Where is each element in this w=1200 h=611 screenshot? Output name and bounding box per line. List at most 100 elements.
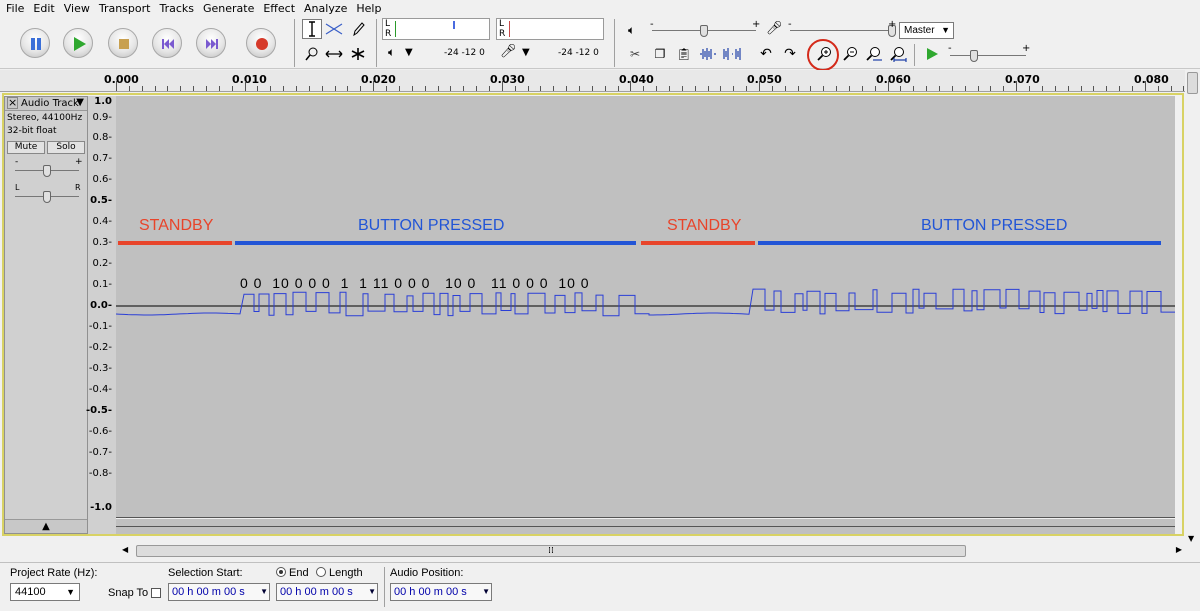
- ruler-tick: [656, 86, 658, 91]
- project-rate-select[interactable]: 44100 ▼: [10, 583, 80, 601]
- undo-button[interactable]: ↶: [756, 44, 776, 64]
- vertical-scrollbar[interactable]: ▼: [1185, 70, 1200, 545]
- solo-button[interactable]: Solo: [47, 141, 85, 154]
- copy-button[interactable]: ❐: [650, 44, 670, 64]
- mute-button[interactable]: Mute: [7, 141, 45, 154]
- redo-button[interactable]: ↷: [780, 44, 800, 64]
- ruler-tick: [771, 86, 773, 91]
- ruler-tick: [681, 86, 683, 91]
- selection-tool[interactable]: [302, 19, 322, 39]
- play-at-speed-button[interactable]: [922, 44, 942, 64]
- audio-position-time[interactable]: 00 h 00 m 00 s ▼: [390, 583, 492, 601]
- scroll-left-icon[interactable]: ◀: [122, 545, 128, 554]
- separator: [914, 44, 915, 66]
- waveform-area[interactable]: STANDBY BUTTON PRESSED STANDBY BUTTON PR…: [116, 96, 1175, 518]
- menu-help[interactable]: Help: [356, 2, 381, 15]
- trim-button[interactable]: [698, 44, 718, 64]
- record-meter-dropdown[interactable]: ▼: [522, 47, 530, 58]
- close-track-icon[interactable]: ×: [7, 97, 18, 109]
- end-radio[interactable]: [276, 567, 286, 577]
- ruler-label: 0.060: [876, 73, 911, 86]
- pan-slider[interactable]: [15, 191, 79, 203]
- menu-transport[interactable]: Transport: [99, 2, 151, 15]
- zoom-tool[interactable]: [302, 44, 322, 64]
- silence-icon: [723, 48, 741, 60]
- scroll-down-icon[interactable]: ▼: [1188, 534, 1194, 543]
- ruler-tick: [501, 81, 503, 91]
- menu-view[interactable]: View: [64, 2, 90, 15]
- pause-button[interactable]: [20, 28, 50, 58]
- input-slider-plus: +: [888, 19, 897, 30]
- menu-edit[interactable]: Edit: [33, 2, 54, 15]
- ruler-tick: [823, 86, 825, 91]
- fit-project-button[interactable]: [888, 44, 908, 64]
- menu-analyze[interactable]: Analyze: [304, 2, 347, 15]
- silence-button[interactable]: [722, 44, 742, 64]
- skip-to-start-button[interactable]: [152, 28, 182, 58]
- play-button[interactable]: [63, 28, 93, 58]
- menu-file[interactable]: File: [6, 2, 24, 15]
- gain-slider[interactable]: [15, 165, 79, 177]
- playback-speed-slider[interactable]: [950, 50, 1026, 62]
- zoom-out-icon: [843, 47, 857, 61]
- waveform-lower-channel[interactable]: [116, 519, 1175, 534]
- ruler-tick: [1170, 86, 1172, 91]
- length-label: Length: [329, 567, 363, 579]
- horizontal-scrollbar[interactable]: ◀ ⁞⁞ ▶: [116, 543, 1186, 559]
- ruler-tick: [257, 86, 259, 91]
- slider-thumb[interactable]: [43, 165, 51, 177]
- timeline-ruler[interactable]: 0.000 0.010 0.020 0.030 0.040 0.050 0.06…: [0, 70, 1200, 92]
- copy-icon: ❐: [654, 47, 666, 61]
- ruler-tick: [450, 86, 452, 91]
- playback-meter[interactable]: L R: [382, 18, 490, 40]
- speaker-icon[interactable]: 🔈︎: [388, 45, 395, 60]
- paste-button[interactable]: 📋︎: [674, 44, 694, 64]
- timeshift-tool[interactable]: [324, 44, 344, 64]
- ruler-tick: [926, 86, 928, 91]
- horizontal-scroll-thumb[interactable]: ⁞⁞: [136, 545, 966, 557]
- multi-tool[interactable]: [348, 44, 368, 64]
- menu-tracks[interactable]: Tracks: [159, 2, 194, 15]
- ruler-tick: [347, 86, 349, 91]
- envelope-icon: [325, 23, 343, 35]
- selection-end-time[interactable]: 00 h 00 m 00 s ▼: [276, 583, 378, 601]
- scale-label: 0.3-: [92, 237, 112, 248]
- selection-toolbar: Project Rate (Hz): 44100 ▼ Snap To Selec…: [0, 562, 1200, 611]
- record-meter[interactable]: L R: [496, 18, 604, 40]
- collapse-track-button[interactable]: ▲: [5, 519, 87, 533]
- input-volume-slider[interactable]: [790, 25, 896, 37]
- output-volume-slider[interactable]: [652, 25, 756, 37]
- chevron-down-icon: ▼: [66, 587, 75, 597]
- selection-start-time[interactable]: 00 h 00 m 00 s ▼: [168, 583, 270, 601]
- slider-thumb[interactable]: [43, 191, 51, 203]
- snap-to-checkbox[interactable]: [151, 588, 161, 598]
- menu-generate[interactable]: Generate: [203, 2, 254, 15]
- track-format-rate: Stereo, 44100Hz: [7, 113, 83, 123]
- fit-selection-button[interactable]: [864, 44, 884, 64]
- cut-button[interactable]: ✂: [625, 44, 645, 64]
- track-title-bar[interactable]: × Audio Track ▼: [5, 97, 87, 111]
- envelope-tool[interactable]: [324, 19, 344, 39]
- slider-thumb[interactable]: [970, 50, 978, 62]
- length-radio[interactable]: [316, 567, 326, 577]
- slider-thumb[interactable]: [700, 25, 708, 37]
- microphone-icon[interactable]: 🎤︎: [500, 44, 517, 59]
- scale-label: 1.0: [94, 96, 112, 107]
- vertical-scroll-thumb[interactable]: [1187, 72, 1198, 94]
- playback-meter-dropdown[interactable]: ▼: [405, 47, 413, 58]
- stop-button[interactable]: [108, 28, 138, 58]
- draw-tool[interactable]: [348, 19, 368, 39]
- chevron-down-icon: ▼: [260, 587, 268, 596]
- zoom-out-button[interactable]: [840, 44, 860, 64]
- ruler-tick: [759, 81, 760, 91]
- track-menu-chevron-icon[interactable]: ▼: [76, 97, 84, 108]
- record-button[interactable]: [246, 28, 276, 58]
- ruler-tick: [283, 86, 285, 91]
- input-source-select[interactable]: Master ▼: [899, 22, 954, 39]
- scale-label: 0.0-: [90, 300, 112, 311]
- slider-track: [950, 55, 1026, 56]
- skip-to-end-button[interactable]: [196, 28, 226, 58]
- scroll-right-icon[interactable]: ▶: [1176, 545, 1182, 554]
- menu-effect[interactable]: Effect: [263, 2, 295, 15]
- ruler-tick: [527, 86, 529, 91]
